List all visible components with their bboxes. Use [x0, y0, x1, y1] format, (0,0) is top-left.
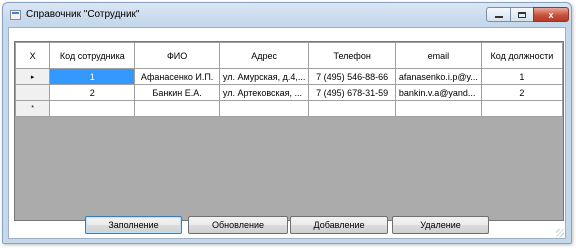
button-bar: Заполнение Обновление Добавление Удалени… — [9, 216, 565, 236]
col-header-x[interactable]: X — [15, 42, 51, 69]
col-header-email[interactable]: email — [394, 42, 482, 69]
cell-fio[interactable]: Афанасенко И.П. — [134, 68, 220, 85]
cell-phone[interactable]: 7 (495) 678-31-59 — [308, 84, 396, 101]
table-row[interactable]: ▸ 1 Афанасенко И.П. ул. Амурская, д.4,..… — [15, 68, 563, 85]
close-button[interactable]: x — [533, 7, 569, 22]
form-client-area: X Код сотрудника ФИО Адрес Телефон email… — [8, 27, 566, 239]
cell-email[interactable]: afanasenko.i.p@y... — [394, 68, 482, 85]
cell-position-id[interactable] — [480, 100, 563, 117]
new-row-marker[interactable]: * — [15, 100, 51, 117]
cell-fio[interactable] — [134, 100, 220, 117]
col-header-fio[interactable]: ФИО — [134, 42, 220, 69]
header-row: X Код сотрудника ФИО Адрес Телефон email… — [15, 42, 563, 69]
delete-button[interactable]: Удаление — [392, 216, 489, 234]
row-current-marker[interactable]: ▸ — [15, 68, 51, 85]
fill-button[interactable]: Заполнение — [85, 216, 182, 234]
form-icon[interactable] — [10, 10, 21, 20]
cell-email[interactable] — [394, 100, 482, 117]
close-icon: x — [548, 9, 554, 20]
cell-employee-id[interactable] — [49, 100, 136, 117]
cell-phone[interactable]: 7 (495) 546-88-66 — [308, 68, 396, 85]
minimize-icon — [494, 16, 503, 18]
maximize-icon — [518, 11, 526, 18]
maximize-button[interactable] — [510, 7, 534, 22]
add-button[interactable]: Добавление — [290, 216, 388, 234]
employees-grid[interactable]: X Код сотрудника ФИО Адрес Телефон email… — [14, 41, 564, 221]
cell-email[interactable]: bankin.v.a@yand... — [394, 84, 482, 101]
cell-employee-id[interactable]: 2 — [49, 84, 136, 101]
cell-position-id[interactable]: 2 — [480, 84, 563, 101]
col-header-phone[interactable]: Телефон — [308, 42, 396, 69]
resize-grip[interactable] — [556, 229, 564, 237]
col-header-employee-id[interactable]: Код сотрудника — [49, 42, 136, 69]
employees-table: X Код сотрудника ФИО Адрес Телефон email… — [15, 42, 563, 117]
table-row[interactable]: 2 Банкин Е.А. ул. Артековская, ... 7 (49… — [15, 84, 563, 101]
title-bar[interactable]: Справочник "Сотрудник" x — [3, 3, 571, 29]
main-window: Справочник "Сотрудник" x X Код сотрудник… — [2, 2, 572, 244]
cell-phone[interactable] — [308, 100, 396, 117]
cell-position-id[interactable]: 1 — [480, 68, 563, 85]
new-row[interactable]: * — [15, 100, 563, 117]
cell-address[interactable] — [218, 100, 310, 117]
col-header-address[interactable]: Адрес — [218, 42, 310, 69]
refresh-button[interactable]: Обновление — [188, 216, 288, 234]
cell-employee-id[interactable]: 1 — [49, 68, 136, 85]
cell-address[interactable]: ул. Артековская, ... — [218, 84, 310, 101]
cell-fio[interactable]: Банкин Е.А. — [134, 84, 220, 101]
minimize-button[interactable] — [486, 7, 511, 22]
cell-address[interactable]: ул. Амурская, д.4,... — [218, 68, 310, 85]
row-header[interactable] — [15, 84, 51, 101]
window-title: Справочник "Сотрудник" — [26, 9, 140, 20]
col-header-position-id[interactable]: Код должности — [480, 42, 563, 69]
